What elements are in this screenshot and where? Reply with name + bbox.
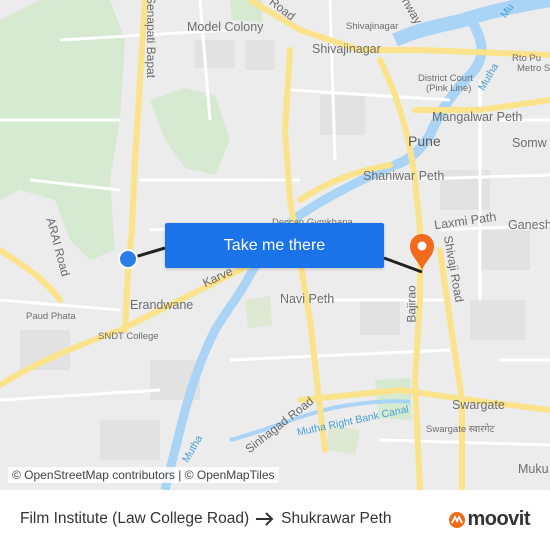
- omt-attribution-link[interactable]: © OpenMapTiles: [185, 468, 275, 482]
- moovit-logo[interactable]: moovit: [449, 508, 530, 531]
- route-summary: Film Institute (Law College Road) Shukra…: [20, 510, 391, 528]
- label-sndt-college: SNDT College: [98, 331, 159, 342]
- osm-attribution-link[interactable]: © OpenStreetMap contributors: [12, 468, 175, 482]
- label-erandwane: Erandwane: [130, 298, 194, 312]
- label-shivajinagar: Shivajinagar: [312, 42, 381, 56]
- label-bajirao: Bajirao: [404, 285, 419, 323]
- label-pune: Pune: [408, 133, 441, 149]
- label-metro-station: Metro S: [517, 63, 550, 74]
- map[interactable]: Model Colony Shivajinagar Shivajinagar R…: [0, 0, 550, 490]
- label-somwar: Somw: [512, 136, 547, 150]
- destination-name: Shukrawar Peth: [281, 510, 392, 527]
- arrow-right-icon: [256, 512, 274, 526]
- map-attribution: © OpenStreetMap contributors | © OpenMap…: [8, 467, 279, 483]
- park-area-3: [245, 296, 272, 328]
- label-senapati-bapat: Senapati Bapat: [144, 0, 159, 79]
- footer: Film Institute (Law College Road) Shukra…: [0, 490, 550, 550]
- label-ganesh: Ganesh: [508, 218, 550, 232]
- moovit-logo-icon: [449, 511, 466, 528]
- label-swargate: Swargate: [452, 398, 505, 412]
- label-paud-phata: Paud Phata: [26, 311, 76, 322]
- moovit-wordmark: moovit: [467, 508, 530, 530]
- label-shivajinagar-small: Shivajinagar: [346, 21, 399, 32]
- label-model-colony: Model Colony: [187, 20, 264, 34]
- label-swargate-local: Swargate स्वारगेट: [426, 424, 495, 435]
- take-me-there-button[interactable]: Take me there: [165, 223, 384, 268]
- park-area-1: [150, 88, 230, 175]
- origin-marker: [118, 249, 138, 269]
- attribution-separator: |: [178, 468, 182, 482]
- origin-name: Film Institute (Law College Road): [20, 510, 250, 527]
- label-shaniwar-peth: Shaniwar Peth: [363, 169, 445, 183]
- label-mangalwar-peth: Mangalwar Peth: [432, 110, 523, 124]
- destination-pin: [410, 234, 434, 270]
- label-pink-line: (Pink Line): [426, 83, 472, 94]
- label-mukund: Muku: [518, 462, 549, 476]
- label-navi-peth: Navi Peth: [280, 292, 335, 306]
